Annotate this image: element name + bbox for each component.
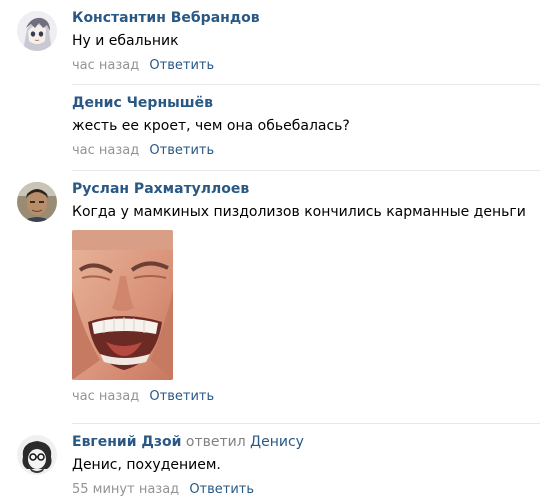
comment-meta: час назад Ответить — [72, 57, 540, 75]
author-line: Константин Вебрандов — [72, 9, 540, 27]
reply-to-label: ответил — [185, 434, 246, 450]
reply-button[interactable]: Ответить — [149, 389, 214, 404]
author-name[interactable]: Константин Вебрандов — [72, 10, 260, 26]
photo-attachment[interactable] — [72, 230, 173, 380]
comments-list: Константин Вебрандов Ну и ебальник час н… — [0, 0, 540, 499]
author-line: Денис Чернышёв — [72, 94, 540, 112]
comment-body: Константин Вебрандов Ну и ебальник час н… — [72, 9, 540, 75]
author-name[interactable]: Руслан Рахматуллоев — [72, 181, 249, 197]
reply-button[interactable]: Ответить — [149, 143, 214, 158]
avatar[interactable] — [17, 11, 57, 51]
comment-text: Денис, похудением. — [72, 457, 221, 473]
anime-avatar-icon — [17, 11, 57, 51]
comment-meta: час назад Ответить — [72, 388, 540, 406]
comment-body: Руслан Рахматуллоев Когда у мамкиных пиз… — [72, 180, 540, 406]
comment-meta: 55 минут назад Ответить — [72, 481, 540, 499]
author-name[interactable]: Евгений Дзой — [72, 434, 181, 450]
comment-text: Ну и ебальник — [72, 33, 179, 49]
comment-time[interactable]: час назад — [72, 58, 139, 73]
reply-target-link[interactable]: Денису — [250, 434, 304, 450]
comment-item: Евгений Дзой ответил Денису Денис, похуд… — [0, 424, 540, 499]
reply-button[interactable]: Ответить — [149, 58, 214, 73]
photo-avatar-icon — [17, 182, 57, 222]
laughing-face-image — [72, 230, 173, 380]
author-line: Евгений Дзой ответил Денису — [72, 433, 540, 451]
comment-time[interactable]: час назад — [72, 143, 139, 158]
avatar[interactable] — [17, 435, 57, 475]
comment-item: Константин Вебрандов Ну и ебальник час н… — [0, 0, 540, 84]
author-name[interactable]: Денис Чернышёв — [72, 95, 213, 111]
comment-meta: час назад Ответить — [72, 142, 540, 160]
author-line: Руслан Рахматуллоев — [72, 180, 540, 198]
comment-text: жесть ее кроет, чем она обьебалась? — [72, 118, 350, 134]
comment-item: Руслан Рахматуллоев Когда у мамкиных пиз… — [0, 171, 540, 423]
sketch-avatar-icon — [17, 435, 57, 475]
reply-button[interactable]: Ответить — [189, 482, 254, 497]
comment-time[interactable]: час назад — [72, 389, 139, 404]
comment-time[interactable]: 55 минут назад — [72, 482, 179, 497]
comment-body: Евгений Дзой ответил Денису Денис, похуд… — [72, 433, 540, 499]
comment-text: Когда у мамкиных пиздолизов кончились ка… — [72, 204, 526, 220]
avatar[interactable] — [17, 182, 57, 222]
comment-item: Денис Чернышёв жесть ее кроет, чем она о… — [0, 85, 540, 170]
comment-body: Денис Чернышёв жесть ее кроет, чем она о… — [72, 94, 540, 160]
